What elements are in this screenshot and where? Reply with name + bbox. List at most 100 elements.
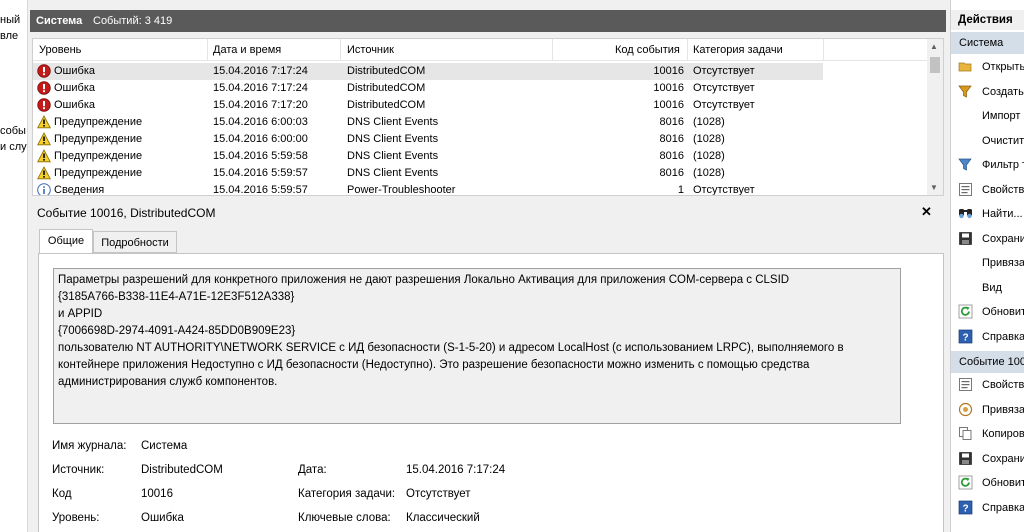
- event-row[interactable]: Предупреждение 15.04.2016 6:00:00 DNS Clie…: [33, 131, 823, 148]
- action-item[interactable]: Вид: [951, 277, 1024, 299]
- action-item[interactable]: Обновить: [951, 301, 1024, 323]
- category-label: Категория задачи:: [298, 488, 396, 500]
- actions-section-event[interactable]: Событие 10016: [951, 351, 1024, 373]
- save-icon: [958, 451, 973, 466]
- nav-fragment[interactable]: и слу: [0, 141, 27, 153]
- actions-section-log[interactable]: Система: [951, 32, 1024, 54]
- event-code: 10016: [653, 82, 684, 94]
- action-item[interactable]: Импорт: [951, 105, 1024, 127]
- source-label: Источник:: [52, 464, 105, 476]
- event-list[interactable]: Уровень Дата и время Источник Код событи…: [32, 38, 944, 196]
- action-item[interactable]: Очистить: [951, 130, 1024, 152]
- event-details-title: Событие 10016, DistributedCOM: [37, 206, 216, 220]
- code-value: 10016: [141, 488, 173, 500]
- action-label: Импорт: [982, 110, 1021, 122]
- event-date: 15.04.2016 6:00:03: [213, 116, 308, 128]
- nav-fragment[interactable]: вле: [0, 30, 18, 42]
- action-item[interactable]: Привязать: [951, 399, 1024, 421]
- action-label: Привязать: [982, 257, 1024, 269]
- column-header-level[interactable]: Уровень: [39, 44, 81, 56]
- event-list-scrollbar[interactable]: ▲ ▼: [927, 39, 943, 195]
- action-item[interactable]: ? Справка: [951, 326, 1024, 348]
- action-label: Открыть: [982, 61, 1024, 73]
- tab-details[interactable]: Подробности: [93, 231, 177, 253]
- description-line: Параметры разрешений для конкретного при…: [58, 274, 790, 286]
- action-item[interactable]: ? Справка: [951, 497, 1024, 519]
- description-line: пользователю NT AUTHORITY\NETWORK SERVIC…: [58, 342, 844, 354]
- level-value: Ошибка: [141, 512, 184, 524]
- event-category: (1028): [693, 116, 725, 128]
- column-header-date[interactable]: Дата и время: [213, 44, 281, 56]
- level-label: Уровень:: [52, 512, 100, 524]
- event-level: Ошибка: [54, 82, 95, 94]
- event-row[interactable]: Ошибка 15.04.2016 7:17:24 DistributedCOM От…: [33, 63, 823, 80]
- create-filter-icon: [958, 84, 973, 99]
- event-date: 15.04.2016 7:17:24: [213, 65, 308, 77]
- action-item[interactable]: Фильтр т: [951, 154, 1024, 176]
- action-item[interactable]: Обновить: [951, 472, 1024, 494]
- event-row[interactable]: Ошибка 15.04.2016 7:17:20 DistributedCOM От…: [33, 97, 823, 114]
- event-source: DistributedCOM: [347, 65, 426, 77]
- description-line: {3185A766-B338-11E4-A71E-12E3F512A338}: [58, 291, 295, 303]
- action-item[interactable]: Привязать: [951, 252, 1024, 274]
- help-icon: ?: [958, 500, 973, 515]
- event-row[interactable]: Предупреждение 15.04.2016 5:59:57 DNS Clie…: [33, 165, 823, 182]
- actions-pane: Действия Система Открыть Создать Импорт Очи…: [950, 0, 1024, 532]
- event-category: Отсутствует: [693, 65, 755, 77]
- action-label: Сохранить: [982, 452, 1024, 465]
- column-header-source[interactable]: Источник: [347, 44, 394, 56]
- save-icon: [958, 231, 973, 246]
- event-source: DistributedCOM: [347, 99, 426, 111]
- event-code: 10016: [653, 99, 684, 111]
- event-row[interactable]: Ошибка 15.04.2016 7:17:24 DistributedCOM От…: [33, 80, 823, 97]
- scroll-down-icon[interactable]: ▼: [930, 183, 938, 192]
- event-description[interactable]: Параметры разрешений для конкретного при…: [53, 268, 901, 424]
- nav-fragment[interactable]: собы: [0, 125, 26, 137]
- close-icon[interactable]: ✕: [921, 204, 932, 220]
- event-row[interactable]: Сведения 15.04.2016 5:59:57 Power-Troubles…: [33, 182, 823, 196]
- scroll-thumb[interactable]: [930, 57, 940, 73]
- event-date: 15.04.2016 5:59:57: [213, 184, 308, 196]
- refresh-icon: [958, 475, 973, 490]
- description-line: {7006698D-2974-4091-A424-85DD0B909E23}: [58, 325, 296, 337]
- event-level: Ошибка: [54, 65, 95, 77]
- action-item[interactable]: Создать: [951, 81, 1024, 103]
- action-item[interactable]: Свойства: [951, 374, 1024, 396]
- tab-general[interactable]: Общие: [39, 229, 93, 253]
- event-source: DNS Client Events: [347, 150, 439, 162]
- event-level: Предупреждение: [54, 133, 143, 145]
- event-date: 15.04.2016 6:00:00: [213, 133, 308, 145]
- action-item[interactable]: Найти...: [951, 203, 1024, 225]
- event-level: Предупреждение: [54, 167, 143, 179]
- action-item[interactable]: Свойства: [951, 179, 1024, 201]
- event-level: Сведения: [54, 184, 105, 196]
- column-header-category[interactable]: Категория задачи: [693, 44, 783, 56]
- event-level: Ошибка: [54, 99, 95, 111]
- event-code: 8016: [659, 167, 684, 179]
- action-label: Вид: [982, 281, 1002, 294]
- event-category: (1028): [693, 133, 725, 145]
- column-header-code[interactable]: Код события: [615, 44, 680, 56]
- log-name-value: Система: [141, 440, 188, 452]
- error-icon: [37, 64, 51, 78]
- scroll-up-icon[interactable]: ▲: [930, 42, 938, 51]
- action-label: Создать: [982, 85, 1024, 98]
- action-item[interactable]: Сохранить: [951, 228, 1024, 250]
- event-code: 8016: [659, 150, 684, 162]
- event-row[interactable]: Предупреждение 15.04.2016 5:59:58 DNS Clie…: [33, 148, 823, 165]
- date-label: Дата:: [298, 464, 327, 476]
- keywords-label: Ключевые слова:: [298, 512, 391, 524]
- nav-fragment[interactable]: ный: [0, 14, 20, 26]
- event-row[interactable]: Предупреждение 15.04.2016 6:00:03 DNS Clie…: [33, 114, 823, 131]
- events-count: Событий: 3 419: [93, 15, 173, 27]
- date-value: 15.04.2016 7:17:24: [406, 464, 506, 476]
- event-source: DNS Client Events: [347, 116, 439, 128]
- event-source: Power-Troubleshooter: [347, 184, 456, 196]
- log-name-label: Имя журнала:: [52, 440, 127, 452]
- left-navigation-pane: ный вле собы и слу: [0, 0, 28, 532]
- action-item[interactable]: Копировать: [951, 423, 1024, 445]
- action-item[interactable]: Сохранить: [951, 448, 1024, 470]
- action-label: Обновить: [982, 477, 1024, 489]
- action-item[interactable]: Открыть: [951, 56, 1024, 78]
- event-level: Предупреждение: [54, 150, 143, 162]
